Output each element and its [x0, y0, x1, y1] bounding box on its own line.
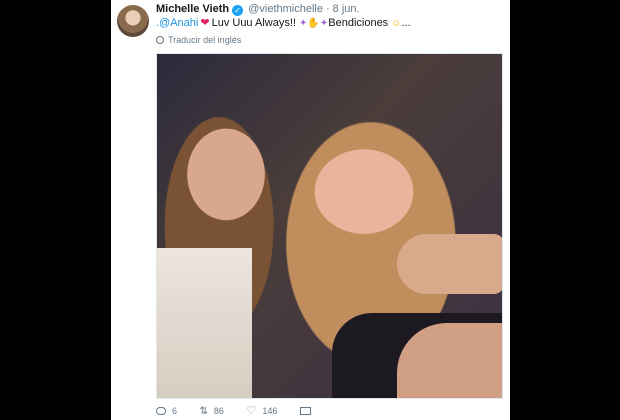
message-button[interactable]: [299, 406, 311, 416]
author-avatar[interactable]: [117, 5, 149, 37]
tweet-photo[interactable]: [156, 53, 503, 399]
heart-emoji-icon: ❤: [200, 17, 210, 29]
retweet-button[interactable]: ⇅ 86: [200, 406, 224, 417]
retweet-count: 86: [213, 406, 224, 416]
like-count: 146: [262, 406, 278, 416]
tweet-header: Michelle Vieth ✓ @viethmichelle · 8 jun.: [156, 3, 360, 16]
translate-label: Traducir del inglés: [168, 35, 242, 45]
tweet-actions: 6 ⇅ 86 ♡ 146: [156, 404, 331, 417]
photo-hand: [397, 234, 502, 294]
reply-count: 6: [172, 406, 178, 416]
globe-icon: [156, 36, 164, 44]
tweet-text-end: Bendiciones: [328, 17, 389, 29]
retweet-icon: ⇅: [199, 406, 208, 417]
sparkles-emoji-icon: ✦: [319, 18, 329, 29]
like-icon: ♡: [246, 405, 257, 417]
tweet-text-main: Luv Uuu Always!!: [211, 17, 296, 29]
reply-icon: [156, 407, 166, 415]
translate-link[interactable]: Traducir del inglés: [156, 35, 241, 45]
verified-badge-icon: ✓: [232, 5, 244, 16]
tweet-date[interactable]: 8 jun.: [333, 3, 360, 15]
tweet-text-ellipsis: ...: [401, 17, 411, 29]
photo-shirt: [157, 248, 252, 398]
author-name[interactable]: Michelle Vieth: [156, 3, 229, 15]
reply-button[interactable]: 6: [156, 406, 177, 416]
header-separator: ·: [325, 3, 330, 15]
author-handle[interactable]: @viethmichelle: [248, 3, 323, 15]
tweet-text: .@Anahi ❤ Luv Uuu Always!! ✦✋✦Bendiciones …: [156, 16, 411, 29]
like-button[interactable]: ♡ 146: [246, 404, 277, 417]
angel-emoji-icon: ☺: [391, 18, 402, 29]
tweet-card: Michelle Vieth ✓ @viethmichelle · 8 jun. .@…: [111, 0, 510, 420]
mention-link[interactable]: .@Anahi: [156, 17, 198, 29]
direct-message-icon: [299, 407, 311, 415]
praying-hands-emoji-icon: ✋: [307, 18, 320, 29]
